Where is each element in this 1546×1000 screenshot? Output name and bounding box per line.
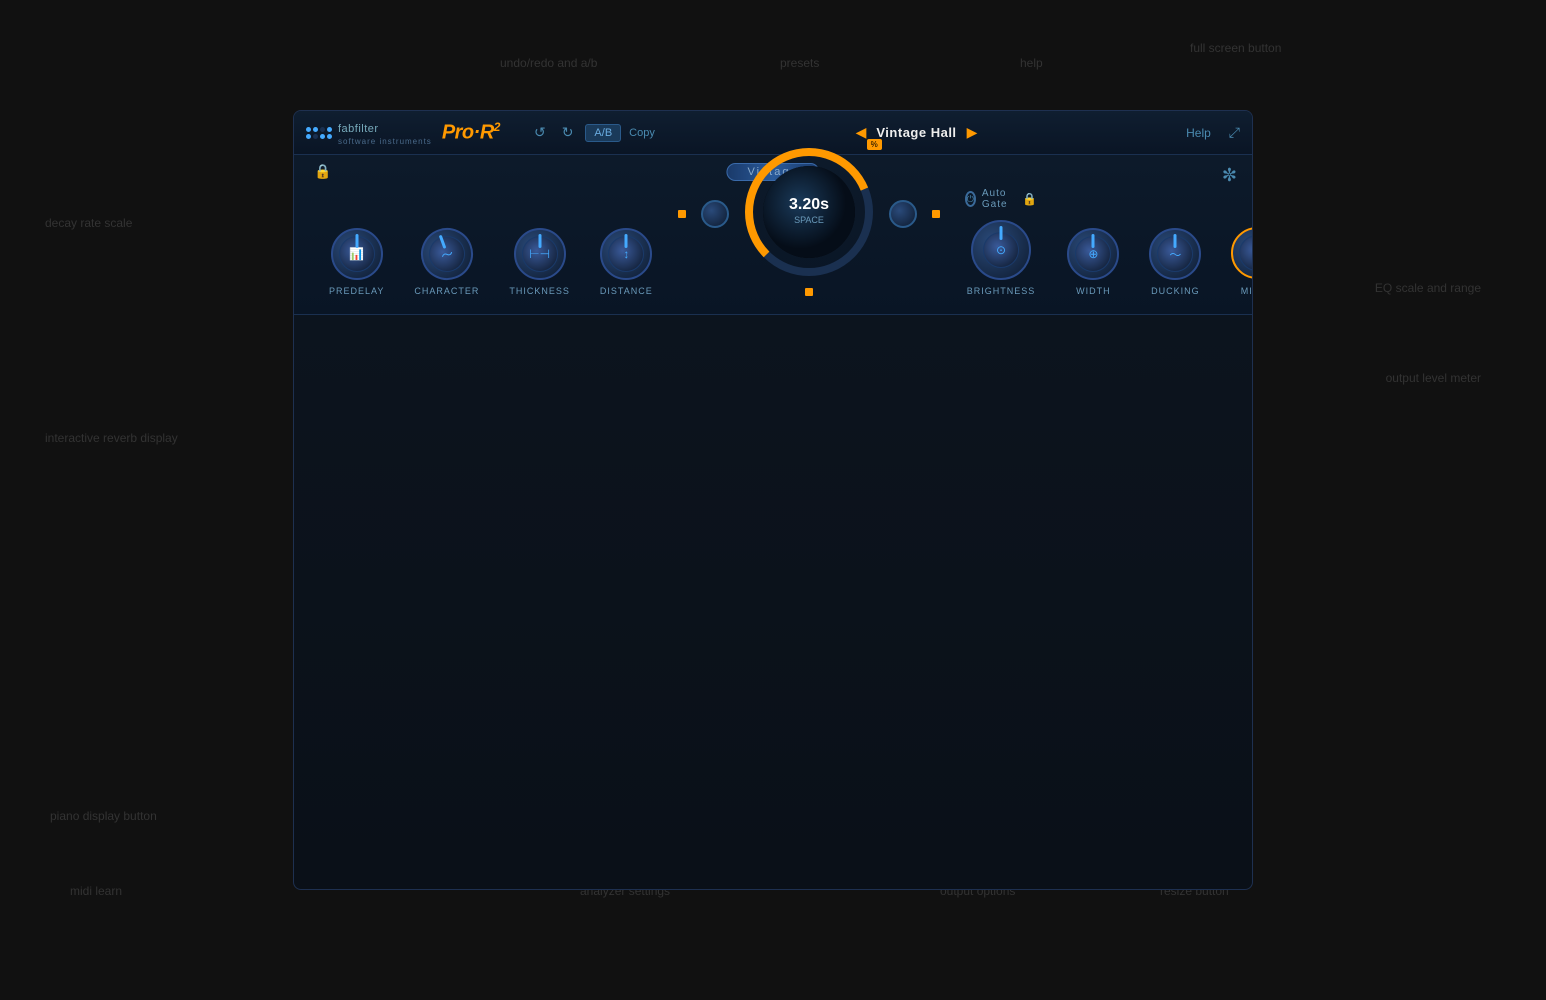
character-label: CHARACTER	[414, 286, 479, 296]
width-label: WIDTH	[1076, 286, 1111, 296]
outer-container: undo/redo and a/b presets help full scre…	[0, 0, 1546, 1000]
annotation-fullscreen: full screen button	[1190, 40, 1281, 57]
ducking-knob[interactable]: 〜	[1149, 228, 1201, 280]
mix-label: MIX	[1241, 286, 1253, 296]
predelay-icon: 📊	[349, 247, 364, 261]
width-group: ⊕ WIDTH	[1067, 228, 1119, 296]
pct-badge: %	[867, 139, 882, 150]
logo-area: fabfilter software instruments	[306, 119, 432, 146]
bit	[327, 127, 332, 132]
small-knobs-row: 3.20s SPACE %	[678, 149, 940, 279]
mix-knob[interactable]: ⊕	[1231, 227, 1253, 279]
bit	[327, 134, 332, 139]
mix-label-row: MIX 🔒	[1241, 285, 1253, 296]
ducking-label: DUCKING	[1151, 286, 1200, 296]
controls-area: 🔒 Vintage 📊 PREDELAY 〜	[294, 155, 1252, 315]
bit	[306, 134, 311, 139]
annotation-midi: midi learn	[70, 883, 122, 900]
preset-name: Vintage Hall	[876, 125, 956, 140]
product-name: Pro·R2	[442, 120, 500, 145]
width-knob[interactable]: ⊕	[1067, 228, 1119, 280]
distance-knob[interactable]: ↕	[600, 228, 652, 280]
mix-icon: ⊕	[1252, 246, 1253, 260]
thickness-icon: ⊢⊣	[529, 247, 550, 261]
brightness-knob[interactable]: ⊙	[971, 220, 1031, 280]
thickness-label: THICKNESS	[509, 286, 570, 296]
copy-button[interactable]: Copy	[629, 127, 655, 139]
brightness-label: BRIGHTNESS	[967, 286, 1036, 296]
main-knob-container: 3.20s SPACE %	[744, 149, 874, 279]
thickness-knob-inner: ⊢⊣	[522, 236, 558, 272]
preset-area: ◀ Vintage Hall ▶	[665, 124, 1168, 141]
redo-button[interactable]: ↻	[558, 122, 578, 143]
predelay-knob[interactable]: 📊	[331, 228, 383, 280]
main-knob-svg: 3.20s SPACE	[744, 147, 874, 277]
bit	[313, 127, 318, 132]
snowflake-button[interactable]: ✼	[1222, 165, 1237, 186]
distance-label: DISTANCE	[600, 286, 653, 296]
annotation-output-meter: output level meter	[1386, 370, 1481, 387]
distance-group: ↕ DISTANCE	[600, 228, 653, 296]
width-knob-inner: ⊕	[1075, 236, 1111, 272]
preset-next-button[interactable]: ▶	[967, 124, 978, 141]
brand-name: fabfilter	[338, 123, 379, 135]
fullscreen-button[interactable]: ⤢	[1229, 124, 1240, 141]
auto-gate-power[interactable]: ⏻	[965, 191, 976, 207]
auto-gate-label: Auto Gate	[982, 188, 1013, 210]
character-knob-inner: 〜	[424, 231, 470, 277]
logo-bits	[306, 127, 332, 139]
center-display: 3.20s SPACE %	[678, 149, 940, 296]
knobs-row: 📊 PREDELAY 〜 CHARACTER	[314, 155, 1253, 314]
predelay-knob-inner: 📊	[339, 236, 375, 272]
brand-sub: software instruments	[338, 137, 432, 146]
annotation-decay-rate: decay rate scale	[45, 215, 132, 232]
predelay-label: PREDELAY	[329, 286, 384, 296]
brightness-group: ⏻ Auto Gate 🔒 ⊙ BRIGHTNESS	[965, 188, 1038, 296]
gate-lock-icon: 🔒	[1022, 192, 1037, 206]
distance-icon: ↕	[623, 247, 629, 261]
ducking-knob-inner: 〜	[1157, 236, 1193, 272]
brightness-knob-inner: ⊙	[983, 232, 1019, 268]
space-indicator	[805, 288, 813, 296]
small-knob-left[interactable]	[701, 200, 729, 228]
width-icon: ⊕	[1088, 247, 1098, 261]
annotation-interactive: interactive reverb display	[45, 430, 178, 447]
ducking-icon: 〜	[1169, 246, 1181, 263]
svg-text:3.20s: 3.20s	[789, 196, 829, 213]
undo-button[interactable]: ↺	[530, 122, 550, 143]
help-button[interactable]: Help	[1178, 126, 1219, 140]
small-knob-right[interactable]	[889, 200, 917, 228]
annotation-presets: presets	[780, 55, 819, 72]
annotation-undo-redo: undo/redo and a/b	[500, 55, 597, 72]
level-indicator-right	[932, 210, 940, 218]
undo-redo-controls: ↺ ↻ A/B Copy	[530, 122, 655, 143]
ducking-group: 〜 DUCKING	[1149, 228, 1201, 296]
level-indicator-left	[678, 210, 686, 218]
preset-prev-button[interactable]: ◀	[856, 124, 867, 141]
svg-text:SPACE: SPACE	[794, 215, 824, 225]
distance-knob-inner: ↕	[608, 236, 644, 272]
thickness-group: ⊢⊣ THICKNESS	[509, 228, 570, 296]
annotation-eq-scale: EQ scale and range	[1375, 280, 1481, 297]
annotation-piano: piano display button	[50, 808, 157, 825]
mix-group: ⊕ MIX 🔒	[1231, 227, 1253, 296]
character-group: 〜 CHARACTER	[414, 228, 479, 296]
annotation-help: help	[1020, 55, 1043, 72]
bit	[313, 134, 318, 139]
bit	[320, 134, 325, 139]
brand-text-area: fabfilter software instruments	[338, 119, 432, 146]
mix-knob-inner: ⊕	[1239, 235, 1253, 271]
predelay-group: 📊 PREDELAY	[329, 228, 384, 296]
character-icon: 〜	[438, 244, 455, 264]
brightness-icon: ⊙	[996, 243, 1006, 257]
plugin-window: fabfilter software instruments Pro·R2 ↺ …	[293, 110, 1253, 890]
character-knob[interactable]: 〜	[414, 221, 481, 288]
bit	[320, 127, 325, 132]
auto-gate-row: ⏻ Auto Gate 🔒	[965, 188, 1038, 210]
ab-button[interactable]: A/B	[585, 124, 621, 142]
lock-icon[interactable]: 🔒	[314, 163, 331, 180]
main-ring-wrapper: 3.20s SPACE %	[744, 147, 874, 282]
thickness-knob[interactable]: ⊢⊣	[514, 228, 566, 280]
bit	[306, 127, 311, 132]
